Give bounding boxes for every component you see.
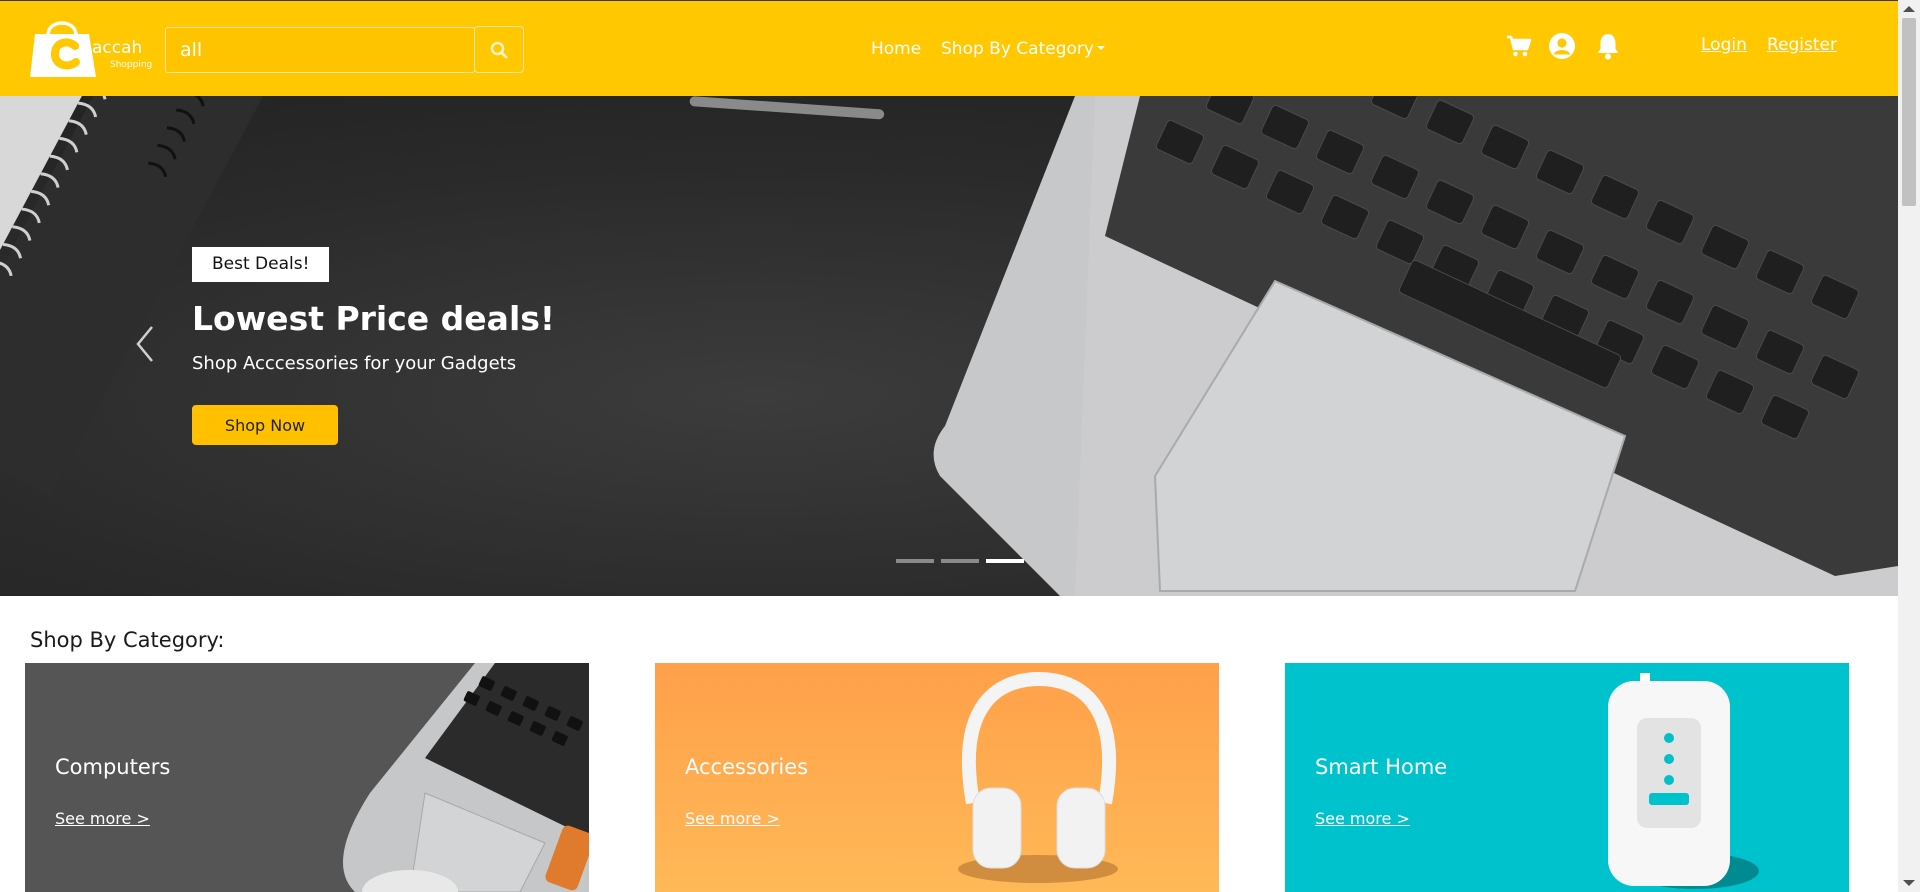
register-link[interactable]: Register <box>1767 34 1837 56</box>
pen-illustration <box>689 96 885 120</box>
carousel-indicator-2[interactable] <box>941 559 979 563</box>
category-title-accessories: Accessories <box>685 755 809 779</box>
user-circle-icon <box>1549 33 1575 59</box>
search-input[interactable] <box>165 27 475 73</box>
category-card-accessories[interactable]: Accessories See more > <box>655 663 1219 892</box>
shop-now-button[interactable]: Shop Now <box>192 405 338 445</box>
top-navbar: accah Shopping Home Shop By Category Lo <box>0 0 1898 96</box>
carousel-prev-button[interactable] <box>130 321 160 367</box>
laptop-illustration <box>933 96 1898 596</box>
hero-badge: Best Deals! <box>192 247 330 282</box>
hero-subtitle: Shop Acccessories for your Gadgets <box>192 353 517 374</box>
category-title-computers: Computers <box>55 755 171 779</box>
scroll-up-arrow-icon[interactable] <box>1903 6 1915 12</box>
see-more-link-computers[interactable]: See more > <box>55 809 150 829</box>
login-link[interactable]: Login <box>1701 34 1747 56</box>
carousel-indicator-3[interactable] <box>986 559 1024 563</box>
cart-icon <box>1507 35 1532 57</box>
category-card-smart-home[interactable]: Smart Home See more > <box>1285 663 1849 892</box>
brand-logo[interactable]: accah Shopping <box>28 13 152 79</box>
search-icon <box>490 41 508 58</box>
see-more-link-smart-home[interactable]: See more > <box>1315 809 1410 829</box>
hero-carousel: Best Deals! Lowest Price deals! Shop Acc… <box>0 96 1898 596</box>
search-button[interactable] <box>474 26 524 73</box>
brand-tagline: Shopping <box>110 60 153 70</box>
caret-down-icon <box>1096 46 1105 50</box>
nav-shop-by-category-label: Shop By Category <box>941 39 1094 59</box>
category-card-computers[interactable]: Computers See more > <box>25 663 589 892</box>
nav-shop-by-category-dropdown[interactable]: Shop By Category <box>941 38 1105 60</box>
notifications-button[interactable] <box>1593 31 1623 61</box>
chevron-left-icon <box>136 326 153 362</box>
account-button[interactable] <box>1547 31 1577 61</box>
bell-icon <box>1597 34 1619 60</box>
cart-button[interactable] <box>1504 31 1534 61</box>
carousel-indicator-1[interactable] <box>896 559 934 563</box>
shopping-bag-logo-icon <box>30 21 96 77</box>
scroll-down-arrow-icon[interactable] <box>1903 880 1915 886</box>
nav-home-link[interactable]: Home <box>871 38 921 60</box>
see-more-link-accessories[interactable]: See more > <box>685 809 780 829</box>
page-scrollbar[interactable] <box>1898 0 1920 892</box>
category-title-smart-home: Smart Home <box>1315 755 1448 779</box>
hero-laptop-image <box>0 96 1898 596</box>
hero-title: Lowest Price deals! <box>192 299 555 338</box>
shop-by-category-heading: Shop By Category: <box>30 628 225 652</box>
brand-name: accah <box>92 38 143 58</box>
scroll-thumb[interactable] <box>1902 18 1916 206</box>
